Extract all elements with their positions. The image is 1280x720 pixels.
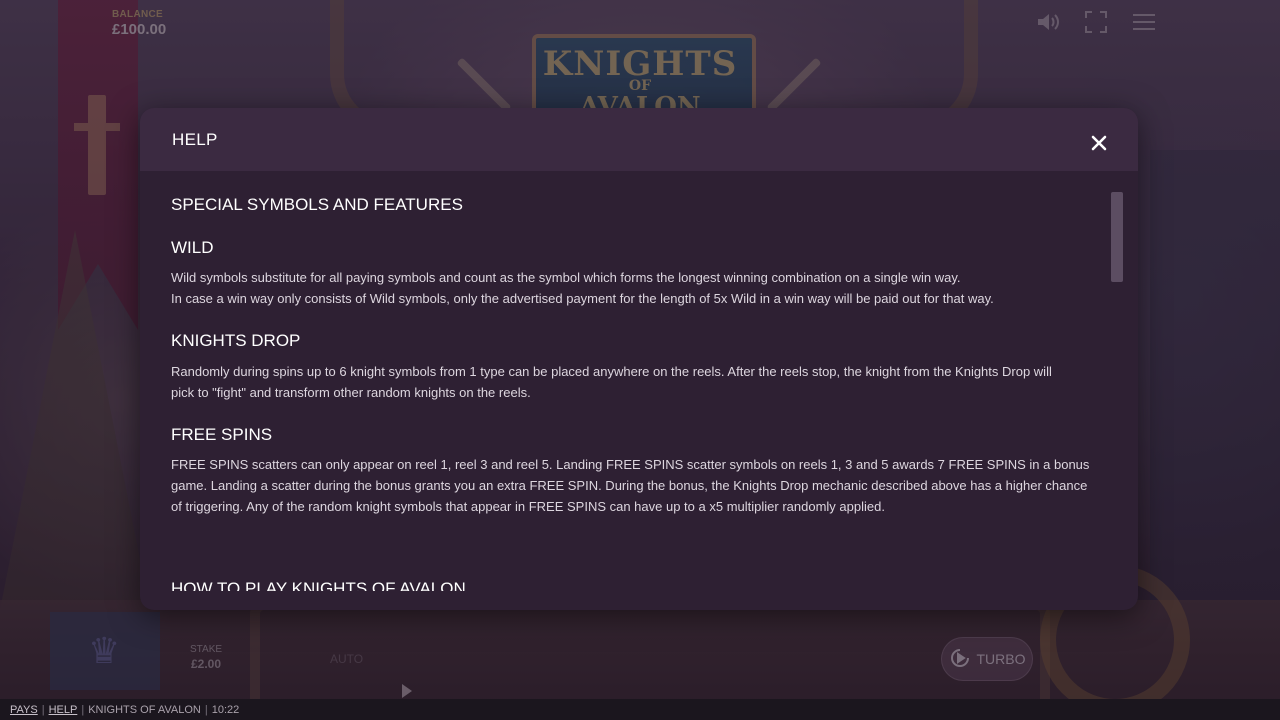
separator: | <box>41 703 45 716</box>
clock: 10:22 <box>211 703 240 716</box>
modal-title: HELP <box>172 130 218 149</box>
close-button[interactable] <box>1084 128 1114 158</box>
free-spins-paragraph: FREE SPINS scatters can only appear on r… <box>171 457 1090 514</box>
game-name: KNIGHTS OF AVALON <box>88 703 201 716</box>
separator: | <box>204 703 208 716</box>
modal-header: HELP <box>140 108 1138 171</box>
how-to-play-heading: HOW TO PLAY KNIGHTS OF AVALON <box>171 579 466 591</box>
wild-paragraph-2: In case a win way only consists of Wild … <box>171 291 994 306</box>
help-link[interactable]: HELP <box>49 704 78 716</box>
modal-body[interactable]: SPECIAL SYMBOLS AND FEATURES WILD Wild s… <box>140 171 1138 591</box>
help-modal: HELP SPECIAL SYMBOLS AND FEATURES WILD W… <box>140 108 1138 610</box>
knights-drop-heading: KNIGHTS DROP <box>171 331 301 350</box>
status-bar: PAYS | HELP | KNIGHTS OF AVALON | 10:22 <box>0 699 1280 720</box>
free-spins-heading: FREE SPINS <box>171 425 273 444</box>
knights-drop-paragraph: Randomly during spins up to 6 knight sym… <box>171 364 1052 400</box>
wild-heading: WILD <box>171 238 214 257</box>
scrollbar-thumb[interactable] <box>1111 192 1123 282</box>
section-title: SPECIAL SYMBOLS AND FEATURES <box>171 195 463 214</box>
close-icon <box>1091 135 1107 151</box>
separator: | <box>81 703 85 716</box>
wild-paragraph-1: Wild symbols substitute for all paying s… <box>171 270 961 285</box>
pays-link[interactable]: PAYS <box>10 704 38 716</box>
